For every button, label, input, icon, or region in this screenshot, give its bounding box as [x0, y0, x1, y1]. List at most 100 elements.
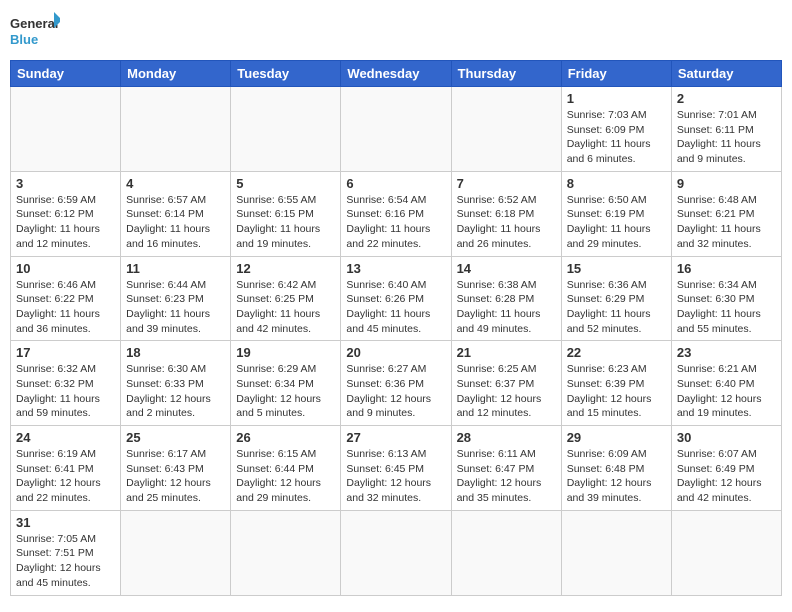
calendar-day-cell: 6Sunrise: 6:54 AM Sunset: 6:16 PM Daylig… — [341, 171, 451, 256]
calendar-day-cell: 27 Sunrise: 6:13 AM Sunset: 6:45 PM Dayli… — [341, 426, 451, 511]
day-number: 23 — [677, 345, 776, 360]
day-number: 25 — [126, 430, 225, 445]
day-info: Sunrise: 6:19 AM Sunset: 6:41 PM Dayligh… — [16, 447, 115, 506]
calendar-week-row: 17 Sunrise: 6:32 AM Sunset: 6:32 PM Dayli… — [11, 341, 782, 426]
calendar-day-cell: 15 Sunrise: 6:36 AM Sunset: 6:29 PM Dayli… — [561, 256, 671, 341]
calendar-day-cell: 3 Sunrise: 6:59 AM Sunset: 6:12 PM Daylig… — [11, 171, 121, 256]
day-number: 1 — [567, 91, 666, 106]
day-info: Sunrise: 7:05 AM Sunset: 7:51 PM Dayligh… — [16, 532, 115, 591]
day-info: Sunrise: 7:01 AM Sunset: 6:11 PM Dayligh… — [677, 108, 776, 167]
day-number: 9 — [677, 176, 776, 191]
page-header: General Blue — [10, 10, 782, 52]
day-number: 27 — [346, 430, 445, 445]
calendar-day-cell — [121, 87, 231, 172]
day-info: Sunrise: 6:11 AM Sunset: 6:47 PM Dayligh… — [457, 447, 556, 506]
day-info: Sunrise: 6:55 AM Sunset: 6:15 PM Dayligh… — [236, 193, 335, 252]
calendar-day-cell: 13Sunrise: 6:40 AM Sunset: 6:26 PM Dayli… — [341, 256, 451, 341]
calendar-day-header: Monday — [121, 61, 231, 87]
calendar-day-cell: 16Sunrise: 6:34 AM Sunset: 6:30 PM Dayli… — [671, 256, 781, 341]
calendar-day-cell: 23 Sunrise: 6:21 AM Sunset: 6:40 PM Dayli… — [671, 341, 781, 426]
calendar-day-cell: 4 Sunrise: 6:57 AM Sunset: 6:14 PM Daylig… — [121, 171, 231, 256]
day-info: Sunrise: 6:21 AM Sunset: 6:40 PM Dayligh… — [677, 362, 776, 421]
calendar-day-header: Saturday — [671, 61, 781, 87]
calendar-day-cell — [11, 87, 121, 172]
day-number: 18 — [126, 345, 225, 360]
calendar-day-cell: 20 Sunrise: 6:27 AM Sunset: 6:36 PM Dayli… — [341, 341, 451, 426]
calendar-day-cell — [341, 87, 451, 172]
calendar-body: 1 Sunrise: 7:03 AM Sunset: 6:09 PM Daylig… — [11, 87, 782, 596]
calendar-week-row: 1 Sunrise: 7:03 AM Sunset: 6:09 PM Daylig… — [11, 87, 782, 172]
day-number: 15 — [567, 261, 666, 276]
day-number: 5 — [236, 176, 335, 191]
calendar-day-cell — [231, 87, 341, 172]
day-info: Sunrise: 6:15 AM Sunset: 6:44 PM Dayligh… — [236, 447, 335, 506]
day-info: Sunrise: 6:32 AM Sunset: 6:32 PM Dayligh… — [16, 362, 115, 421]
day-number: 10 — [16, 261, 115, 276]
day-number: 17 — [16, 345, 115, 360]
calendar-day-cell: 7Sunrise: 6:52 AM Sunset: 6:18 PM Daylig… — [451, 171, 561, 256]
day-info: Sunrise: 6:13 AM Sunset: 6:45 PM Dayligh… — [346, 447, 445, 506]
calendar-day-cell: 28 Sunrise: 6:11 AM Sunset: 6:47 PM Dayli… — [451, 426, 561, 511]
day-number: 11 — [126, 261, 225, 276]
calendar-week-row: 10Sunrise: 6:46 AM Sunset: 6:22 PM Dayli… — [11, 256, 782, 341]
calendar-day-cell: 19 Sunrise: 6:29 AM Sunset: 6:34 PM Dayli… — [231, 341, 341, 426]
calendar-day-cell — [451, 510, 561, 595]
day-info: Sunrise: 6:30 AM Sunset: 6:33 PM Dayligh… — [126, 362, 225, 421]
day-info: Sunrise: 6:50 AM Sunset: 6:19 PM Dayligh… — [567, 193, 666, 252]
day-info: Sunrise: 6:57 AM Sunset: 6:14 PM Dayligh… — [126, 193, 225, 252]
calendar-day-cell — [561, 510, 671, 595]
day-number: 30 — [677, 430, 776, 445]
calendar-day-cell: 30 Sunrise: 6:07 AM Sunset: 6:49 PM Dayli… — [671, 426, 781, 511]
day-info: Sunrise: 7:03 AM Sunset: 6:09 PM Dayligh… — [567, 108, 666, 167]
day-info: Sunrise: 6:25 AM Sunset: 6:37 PM Dayligh… — [457, 362, 556, 421]
day-info: Sunrise: 6:07 AM Sunset: 6:49 PM Dayligh… — [677, 447, 776, 506]
calendar-day-header: Tuesday — [231, 61, 341, 87]
calendar-day-cell — [341, 510, 451, 595]
calendar-day-cell: 26Sunrise: 6:15 AM Sunset: 6:44 PM Dayli… — [231, 426, 341, 511]
day-number: 29 — [567, 430, 666, 445]
day-number: 4 — [126, 176, 225, 191]
calendar-header-row: SundayMondayTuesdayWednesdayThursdayFrid… — [11, 61, 782, 87]
calendar-day-cell: 10Sunrise: 6:46 AM Sunset: 6:22 PM Dayli… — [11, 256, 121, 341]
day-info: Sunrise: 6:36 AM Sunset: 6:29 PM Dayligh… — [567, 278, 666, 337]
calendar-day-cell: 1 Sunrise: 7:03 AM Sunset: 6:09 PM Daylig… — [561, 87, 671, 172]
day-info: Sunrise: 6:34 AM Sunset: 6:30 PM Dayligh… — [677, 278, 776, 337]
calendar-day-cell: 29 Sunrise: 6:09 AM Sunset: 6:48 PM Dayli… — [561, 426, 671, 511]
day-info: Sunrise: 6:38 AM Sunset: 6:28 PM Dayligh… — [457, 278, 556, 337]
day-number: 19 — [236, 345, 335, 360]
day-info: Sunrise: 6:17 AM Sunset: 6:43 PM Dayligh… — [126, 447, 225, 506]
calendar-day-header: Wednesday — [341, 61, 451, 87]
calendar-day-cell: 22Sunrise: 6:23 AM Sunset: 6:39 PM Dayli… — [561, 341, 671, 426]
day-info: Sunrise: 6:59 AM Sunset: 6:12 PM Dayligh… — [16, 193, 115, 252]
calendar-week-row: 31 Sunrise: 7:05 AM Sunset: 7:51 PM Dayli… — [11, 510, 782, 595]
day-number: 6 — [346, 176, 445, 191]
calendar-day-cell: 9Sunrise: 6:48 AM Sunset: 6:21 PM Daylig… — [671, 171, 781, 256]
day-number: 3 — [16, 176, 115, 191]
day-number: 2 — [677, 91, 776, 106]
day-info: Sunrise: 6:27 AM Sunset: 6:36 PM Dayligh… — [346, 362, 445, 421]
calendar-day-cell: 31 Sunrise: 7:05 AM Sunset: 7:51 PM Dayli… — [11, 510, 121, 595]
day-number: 14 — [457, 261, 556, 276]
calendar-day-header: Thursday — [451, 61, 561, 87]
day-number: 31 — [16, 515, 115, 530]
calendar-day-header: Sunday — [11, 61, 121, 87]
day-number: 28 — [457, 430, 556, 445]
calendar-day-cell: 14 Sunrise: 6:38 AM Sunset: 6:28 PM Dayli… — [451, 256, 561, 341]
calendar-day-cell: 8Sunrise: 6:50 AM Sunset: 6:19 PM Daylig… — [561, 171, 671, 256]
day-number: 20 — [346, 345, 445, 360]
day-info: Sunrise: 6:09 AM Sunset: 6:48 PM Dayligh… — [567, 447, 666, 506]
calendar-day-cell: 11Sunrise: 6:44 AM Sunset: 6:23 PM Dayli… — [121, 256, 231, 341]
logo-svg: General Blue — [10, 10, 60, 52]
day-number: 24 — [16, 430, 115, 445]
day-info: Sunrise: 6:40 AM Sunset: 6:26 PM Dayligh… — [346, 278, 445, 337]
calendar-day-cell — [121, 510, 231, 595]
day-number: 22 — [567, 345, 666, 360]
calendar-day-cell — [451, 87, 561, 172]
calendar-day-cell — [231, 510, 341, 595]
calendar-table: SundayMondayTuesdayWednesdayThursdayFrid… — [10, 60, 782, 596]
calendar-week-row: 24 Sunrise: 6:19 AM Sunset: 6:41 PM Dayli… — [11, 426, 782, 511]
calendar-day-cell: 2 Sunrise: 7:01 AM Sunset: 6:11 PM Daylig… — [671, 87, 781, 172]
calendar-day-cell: 12Sunrise: 6:42 AM Sunset: 6:25 PM Dayli… — [231, 256, 341, 341]
svg-text:General: General — [10, 16, 58, 31]
day-info: Sunrise: 6:29 AM Sunset: 6:34 PM Dayligh… — [236, 362, 335, 421]
